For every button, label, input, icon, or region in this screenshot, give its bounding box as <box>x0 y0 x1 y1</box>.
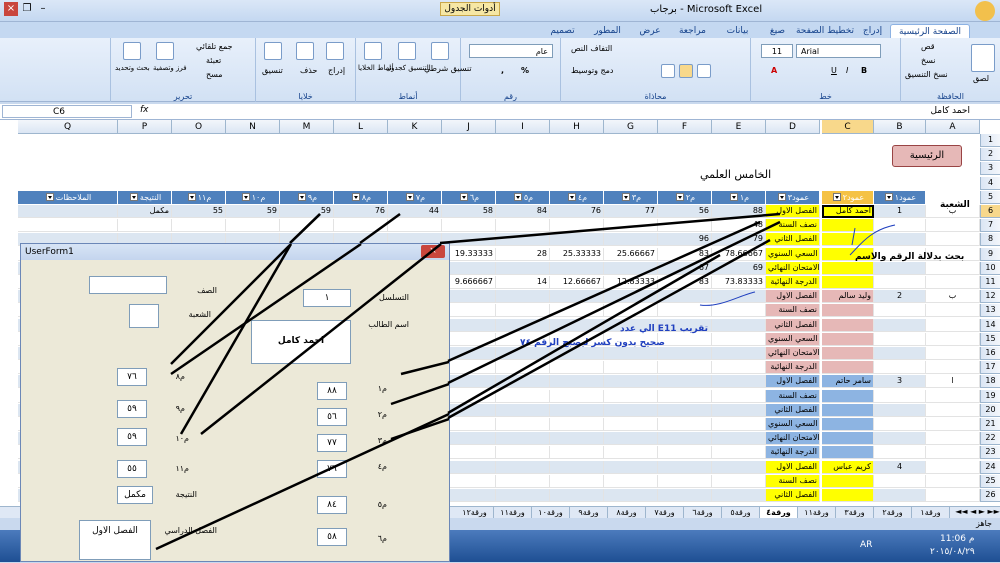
paste-icon[interactable] <box>971 44 995 72</box>
status-ready: جاهز <box>975 519 992 528</box>
context-tab-label: أدوات الجدول <box>440 2 500 16</box>
italic-button[interactable]: I <box>846 66 848 75</box>
find-select-icon[interactable] <box>123 42 141 60</box>
format-as-table-icon[interactable] <box>398 42 416 60</box>
tab-developer[interactable]: المطور <box>585 24 630 38</box>
clock-time[interactable]: 11:06 م <box>940 534 974 544</box>
comma-button[interactable]: , <box>501 66 504 75</box>
align-left-icon[interactable] <box>697 64 711 78</box>
stroke-5 <box>400 360 449 376</box>
delete-cells-button[interactable]: حذف <box>300 66 317 75</box>
styles-group-label: أنماط <box>398 92 418 101</box>
font-size-select[interactable]: 11 <box>761 44 793 58</box>
alignment-group-label: محاذاة <box>644 92 667 101</box>
ribbon-tabs: الصفحة الرئيسية إدراج تخطيط الصفحة صيغ ب… <box>0 22 1000 38</box>
stroke-8 <box>155 412 449 551</box>
sort-filter-button[interactable]: فرز وتصفية <box>153 64 187 72</box>
find-select-button[interactable]: بحث وتحديد <box>115 64 150 72</box>
merge-center-button[interactable]: دمج وتوسيط <box>571 66 614 75</box>
language-indicator[interactable]: AR <box>860 540 872 550</box>
insert-cells-button[interactable]: إدراج <box>328 66 345 75</box>
bold-button[interactable]: B <box>861 66 867 75</box>
delete-cells-icon[interactable] <box>296 42 314 60</box>
clipboard-group-label: الحافظة <box>937 92 964 101</box>
cells-group-label: خلايا <box>298 92 313 101</box>
editing-group-label: تحرير <box>173 92 193 101</box>
conditional-format-button[interactable]: تنسيق شرطي <box>424 64 472 73</box>
fill-button[interactable]: تعبئة <box>206 56 221 65</box>
cell-styles-button[interactable]: أنماط الخلايا <box>358 64 394 72</box>
align-right-icon[interactable] <box>661 64 675 78</box>
font-group: Arial 11 B I U A خط <box>750 38 900 102</box>
tab-design[interactable]: تصميم <box>540 24 585 38</box>
stroke-6 <box>390 382 449 406</box>
conditional-format-icon[interactable] <box>431 42 449 60</box>
minimize-window-button[interactable]: – <box>36 2 50 16</box>
editing-group: جمع تلقائي تعبئة مسح فرز وتصفية بحث وتحد… <box>110 38 255 102</box>
format-cells-icon[interactable] <box>264 42 282 60</box>
cut-button[interactable]: قص <box>921 42 935 51</box>
percent-button[interactable]: % <box>521 66 529 75</box>
office-button[interactable] <box>975 1 995 21</box>
arrow-search-2 <box>851 227 856 246</box>
alignment-group: التفاف النص دمج وتوسيط محاذاة <box>560 38 750 102</box>
paste-button[interactable]: لصق <box>973 74 989 83</box>
formula-bar: C6 fx احمد كامل <box>0 104 1000 120</box>
copy-button[interactable]: نسخ <box>921 56 936 65</box>
format-painter-button[interactable]: نسخ التنسيق <box>905 70 948 79</box>
tab-view[interactable]: عرض <box>630 24 670 38</box>
autosum-button[interactable]: جمع تلقائي <box>196 42 233 51</box>
number-format-select[interactable]: عام <box>469 44 553 58</box>
name-box[interactable]: C6 <box>2 105 132 118</box>
restore-window-button[interactable]: ❐ <box>20 2 34 16</box>
tab-home[interactable]: الصفحة الرئيسية <box>890 24 970 38</box>
align-center-icon[interactable] <box>679 64 693 78</box>
tab-review[interactable]: مراجعة <box>670 24 715 38</box>
underline-button[interactable]: U <box>831 66 837 75</box>
sort-filter-icon[interactable] <box>156 42 174 60</box>
fx-icon[interactable]: fx <box>140 105 190 118</box>
handwritten-strokes <box>155 244 449 551</box>
userform-window: UserForm1 × ١ التسلسل احمد كامل اسم الطا… <box>20 243 450 562</box>
font-name-select[interactable]: Arial <box>796 44 881 58</box>
close-window-button[interactable]: × <box>4 2 18 16</box>
stroke-3 <box>170 244 362 376</box>
styles-group: تنسيق شرطي التنسيق كجدول أنماط الخلايا أ… <box>355 38 472 102</box>
arrow-round <box>699 291 756 306</box>
clipboard-group: لصق قص نسخ نسخ التنسيق الحافظة <box>900 38 1000 102</box>
tab-page-layout[interactable]: تخطيط الصفحة <box>795 24 855 38</box>
font-color-button[interactable]: A <box>771 66 777 75</box>
tab-data[interactable]: بيانات <box>715 24 760 38</box>
formula-input[interactable]: احمد كامل <box>930 105 970 118</box>
title-bar: × ❐ – أدوات الجدول برجاب - Microsoft Exc… <box>0 0 1000 22</box>
clock-date[interactable]: ٢٠١٥/٠٨/٢٩ <box>930 547 975 557</box>
arrow-search-1 <box>849 224 896 256</box>
wrap-text-button[interactable]: التفاف النص <box>571 44 612 53</box>
number-group: عام % , رقم <box>460 38 560 102</box>
clear-button[interactable]: مسح <box>206 70 223 79</box>
number-group-label: رقم <box>503 92 517 101</box>
font-group-label: خط <box>819 92 832 101</box>
insert-cells-icon[interactable] <box>326 42 344 60</box>
cell-styles-icon[interactable] <box>364 42 382 60</box>
cells-group: إدراج حذف تنسيق خلايا <box>255 38 355 102</box>
window-title: برجاب - Microsoft Excel <box>650 4 763 15</box>
tab-formulas[interactable]: صيغ <box>760 24 795 38</box>
ribbon: لصق قص نسخ نسخ التنسيق الحافظة Arial 11 … <box>0 38 1000 102</box>
tab-insert[interactable]: إدراج <box>855 24 890 38</box>
format-cells-button[interactable]: تنسيق <box>262 66 283 75</box>
